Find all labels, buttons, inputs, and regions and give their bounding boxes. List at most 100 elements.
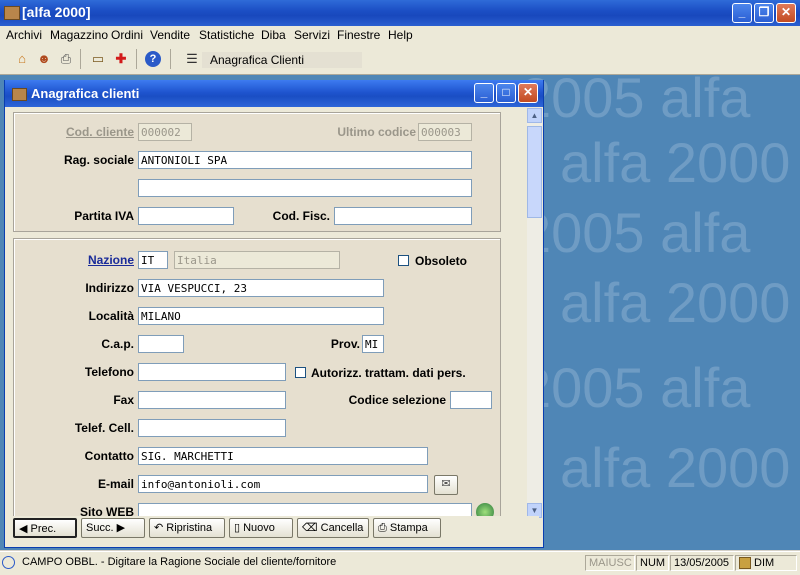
undo-icon: ↶ xyxy=(154,522,167,534)
users-icon[interactable]: ☻ xyxy=(36,51,52,67)
globe-icon[interactable] xyxy=(476,503,494,516)
window-title: Anagrafica clienti xyxy=(31,86,140,101)
menu-vendite[interactable]: Vendite xyxy=(150,28,190,42)
watermark-text: 2005 alfa xyxy=(520,356,751,419)
status-message: CAMPO OBBL. - Digitare la Ragione Social… xyxy=(22,556,337,568)
vertical-scrollbar[interactable]: ▲ ▼ xyxy=(527,108,542,518)
menu-diba[interactable]: Diba xyxy=(261,28,286,42)
stampa-button[interactable]: ⎙ Stampa xyxy=(373,518,441,538)
window-list-icon[interactable]: ☰ xyxy=(184,51,200,67)
calendar-icon xyxy=(739,557,751,569)
minimize-button[interactable]: _ xyxy=(732,3,752,23)
window-tab[interactable]: Anagrafica Clienti xyxy=(202,52,362,68)
codice-selezione-label: Codice selezione xyxy=(348,393,446,407)
ripristina-label: Ripristina xyxy=(166,522,213,534)
codice-selezione-field[interactable] xyxy=(450,391,492,409)
cap-field[interactable] xyxy=(138,335,184,353)
printer-icon: ⎙ xyxy=(378,522,390,534)
app-title: [alfa 2000] xyxy=(22,4,91,20)
nuovo-label: Nuovo xyxy=(243,522,275,534)
localita-field[interactable]: MILANO xyxy=(138,307,384,325)
succ-label: Succ. xyxy=(86,522,114,534)
email-field[interactable]: info@antonioli.com xyxy=(138,475,428,493)
cancella-button[interactable]: ⌫ Cancella xyxy=(297,518,369,538)
new-document-icon: ▯ xyxy=(234,522,244,534)
restore-button[interactable]: ❐ xyxy=(754,3,774,23)
prov-field[interactable]: MI xyxy=(362,335,384,353)
menu-statistiche[interactable]: Statistiche xyxy=(199,28,254,42)
telef-cell-field[interactable] xyxy=(138,419,286,437)
sito-web-label: Sito WEB xyxy=(80,505,134,516)
rag-sociale-field[interactable]: ANTONIOLI SPA xyxy=(138,151,472,169)
menu-magazzino[interactable]: Magazzino xyxy=(50,28,108,42)
help-icon[interactable]: ? xyxy=(145,51,161,67)
obsoleto-label: Obsoleto xyxy=(415,254,468,268)
send-email-button[interactable]: ✉ xyxy=(434,475,458,495)
watermark-text: alfa 2000 xyxy=(560,436,791,499)
delete-icon: ⌫ xyxy=(302,522,321,534)
toolbar-separator xyxy=(136,49,137,69)
cod-fisc-label: Cod. Fisc. xyxy=(272,209,330,223)
partita-iva-field[interactable] xyxy=(138,207,234,225)
prec-button[interactable]: ◀ Prec. xyxy=(13,518,77,538)
succ-button[interactable]: Succ. ▶ xyxy=(81,518,145,538)
watermark-text: 2005 alfa xyxy=(520,201,751,264)
menu-help[interactable]: Help xyxy=(388,28,413,42)
telef-cell-label: Telef. Cell. xyxy=(74,421,134,435)
email-label: E-mail xyxy=(97,477,134,491)
telefono-label: Telefono xyxy=(84,365,134,379)
menu-archivi[interactable]: Archivi xyxy=(6,28,42,42)
dim-label: DIM xyxy=(754,557,775,569)
cod-cliente-field[interactable]: 000002 xyxy=(138,123,192,141)
scroll-thumb[interactable] xyxy=(527,126,542,218)
rag-sociale-2-field[interactable] xyxy=(138,179,472,197)
nazione-link[interactable]: Nazione xyxy=(88,253,134,267)
watermark-text: 2005 alfa xyxy=(520,75,751,129)
window-icon xyxy=(12,88,27,101)
nuovo-button[interactable]: ▯ Nuovo xyxy=(229,518,293,538)
toolbar-separator xyxy=(80,49,81,69)
arrow-right-icon: ▶ xyxy=(113,522,126,534)
fax-label: Fax xyxy=(113,393,134,407)
contatto-field[interactable]: SIG. MARCHETTI xyxy=(138,447,428,465)
nazione-code-field[interactable]: IT xyxy=(138,251,168,269)
envelope-icon: ✉ xyxy=(441,478,451,490)
window-maximize-button[interactable]: □ xyxy=(496,83,516,103)
window-minimize-button[interactable]: _ xyxy=(474,83,494,103)
info-icon xyxy=(2,556,15,569)
fax-field[interactable] xyxy=(138,391,286,409)
sito-web-field[interactable] xyxy=(138,503,472,516)
window-close-button[interactable]: ✕ xyxy=(518,83,538,103)
header-panel: Cod. cliente 000002 Ultimo codice 000003… xyxy=(13,112,501,232)
printer-icon[interactable]: ⎙ xyxy=(58,51,74,67)
close-button[interactable]: ✕ xyxy=(776,3,796,23)
folder-icon[interactable]: ▭ xyxy=(90,51,106,67)
watermark-text: alfa 2000 xyxy=(560,271,791,334)
app-title-bar: [alfa 2000] _ ❐ ✕ xyxy=(0,0,800,26)
home-icon[interactable]: ⌂ xyxy=(14,51,30,67)
app-icon xyxy=(4,6,20,20)
cod-fisc-field[interactable] xyxy=(334,207,472,225)
obsoleto-checkbox[interactable] xyxy=(398,255,409,266)
scroll-up-button[interactable]: ▲ xyxy=(527,108,542,123)
contatto-label: Contatto xyxy=(84,449,134,463)
menu-finestre[interactable]: Finestre xyxy=(337,28,380,42)
navigation-button-bar: ◀ Prec. Succ. ▶ ↶ Ripristina ▯ Nuovo ⌫ C… xyxy=(9,516,539,542)
menu-servizi[interactable]: Servizi xyxy=(294,28,330,42)
window-title-bar: Anagrafica clienti _ □ ✕ xyxy=(5,80,543,107)
autorizz-label: Autorizz. trattam. dati pers. xyxy=(311,366,466,380)
cap-label: C.a.p. xyxy=(101,337,134,351)
status-bar: CAMPO OBBL. - Digitare la Ragione Social… xyxy=(0,551,800,575)
partita-iva-label: Partita IVA xyxy=(74,209,134,223)
menu-ordini[interactable]: Ordini xyxy=(111,28,143,42)
indirizzo-field[interactable]: VIA VESPUCCI, 23 xyxy=(138,279,384,297)
ripristina-button[interactable]: ↶ Ripristina xyxy=(149,518,225,538)
num-indicator: NUM xyxy=(636,555,669,571)
plus-icon[interactable]: ✚ xyxy=(113,51,129,67)
autorizz-checkbox[interactable] xyxy=(295,367,306,378)
arrow-left-icon: ◀ xyxy=(19,523,31,535)
window-tab-label: Anagrafica Clienti xyxy=(210,53,305,67)
cancella-label: Cancella xyxy=(320,522,364,534)
ultimo-codice-field[interactable]: 000003 xyxy=(418,123,472,141)
telefono-field[interactable] xyxy=(138,363,286,381)
